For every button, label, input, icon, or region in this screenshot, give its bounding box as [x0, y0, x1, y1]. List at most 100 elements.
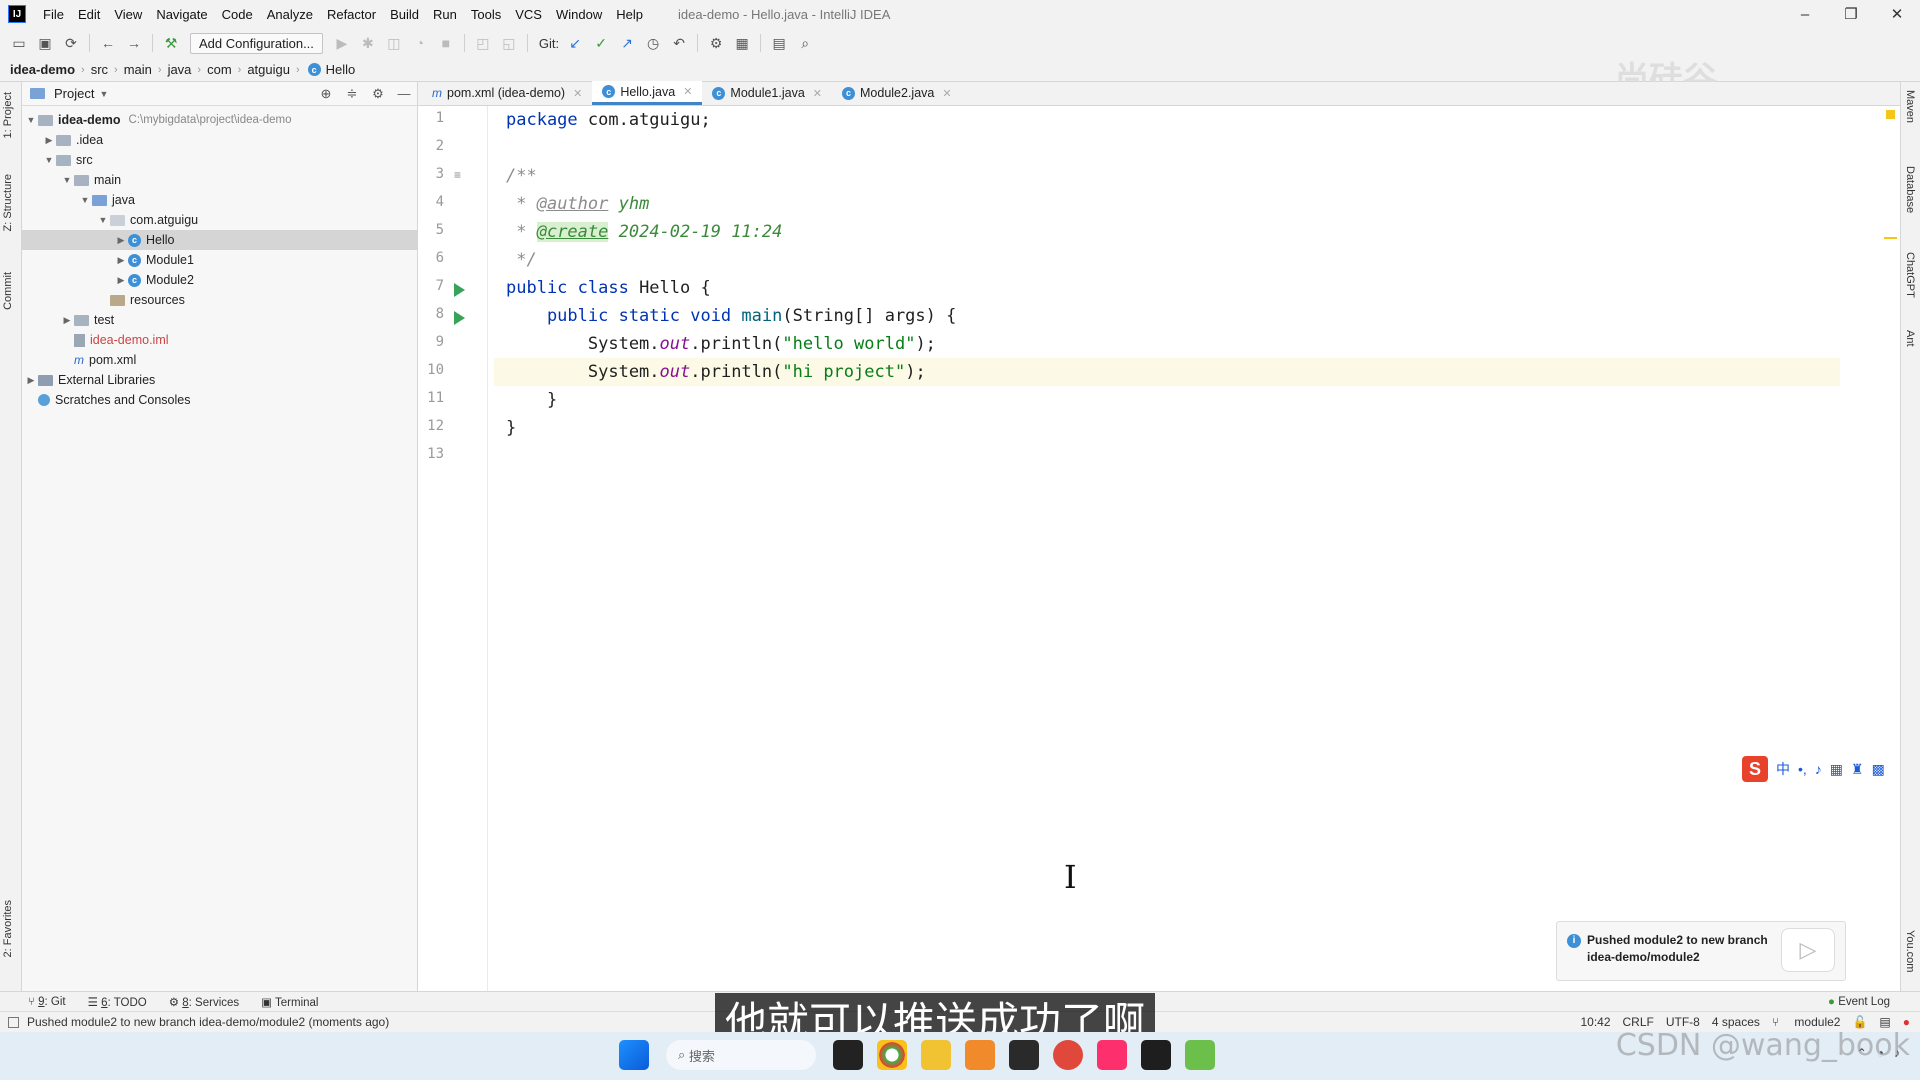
project-view-selector[interactable]: Project [54, 86, 94, 101]
restore-button[interactable]: ❐ [1828, 0, 1874, 28]
run-icon[interactable]: ▶ [331, 32, 353, 54]
menu-tools[interactable]: Tools [464, 7, 508, 22]
toggle-tool-windows-icon[interactable] [8, 1016, 19, 1028]
menu-view[interactable]: View [107, 7, 149, 22]
close-icon[interactable]: ✕ [573, 87, 582, 100]
tree-item-resources[interactable]: resources [22, 290, 417, 310]
caret-position[interactable]: 10:42 [1580, 1015, 1610, 1029]
attach-icon[interactable]: ◰ [472, 32, 494, 54]
chevron-right-icon[interactable]: ▶ [114, 275, 128, 286]
chevron-right-icon[interactable]: ▶ [114, 235, 128, 246]
tab-module1-java[interactable]: c Module1.java ✕ [702, 81, 832, 105]
tree-item-main[interactable]: ▼ main [22, 170, 417, 190]
open-folder-icon[interactable]: ▭ [8, 32, 30, 54]
build-project-icon[interactable]: ◱ [498, 32, 520, 54]
breadcrumb-src[interactable]: src [91, 62, 108, 77]
tree-item-src[interactable]: ▼ src [22, 150, 417, 170]
menu-run[interactable]: Run [426, 7, 464, 22]
windows-start-icon[interactable] [619, 1040, 649, 1070]
coverage-icon[interactable]: ◫ [383, 32, 405, 54]
chevron-down-icon[interactable]: ▼ [96, 215, 110, 225]
line-separator[interactable]: CRLF [1623, 1015, 1654, 1029]
chrome-icon[interactable] [877, 1040, 907, 1070]
tab-hello-java[interactable]: c Hello.java ✕ [592, 81, 703, 105]
input-method-toolbar[interactable]: S 中 •, ♪ ▦ ♜ ▩ [1742, 756, 1885, 782]
rollback-icon[interactable]: ↶ [668, 32, 690, 54]
play-icon[interactable]: ▷ [1781, 928, 1835, 972]
tree-item-external-libraries[interactable]: ▶ External Libraries [22, 370, 417, 390]
close-icon[interactable]: ✕ [683, 85, 692, 98]
tab-module2-java[interactable]: c Module2.java ✕ [832, 81, 962, 105]
menu-build[interactable]: Build [383, 7, 426, 22]
gear-icon[interactable]: ⚙ [365, 86, 391, 102]
git-branch-widget[interactable]: ⑂ module2 [1772, 1015, 1841, 1029]
chevron-down-icon[interactable]: ▼ [24, 115, 38, 125]
back-arrow-icon[interactable]: ← [97, 32, 119, 54]
menu-refactor[interactable]: Refactor [320, 7, 383, 22]
code-area[interactable]: package com.atguigu; /** * @author yhm *… [494, 106, 1840, 991]
inspection-warning-marker[interactable] [1886, 110, 1895, 119]
stop-icon[interactable]: ■ [435, 32, 457, 54]
run-main-icon[interactable] [454, 311, 465, 325]
tool-tab-ant[interactable]: Ant [1904, 330, 1916, 347]
tree-item-hello[interactable]: ▶ c Hello [22, 230, 417, 250]
taskbar-search[interactable]: ⌕ 搜索 [666, 1040, 816, 1070]
terminal-taskbar-icon[interactable] [1141, 1040, 1171, 1070]
breadcrumb-main[interactable]: main [124, 62, 152, 77]
minimize-button[interactable]: – [1782, 0, 1828, 28]
sync-icon[interactable]: ⟳ [60, 32, 82, 54]
menu-code[interactable]: Code [215, 7, 260, 22]
tool-tab-favorites[interactable]: 2: Favorites [2, 900, 14, 957]
chevron-down-icon[interactable]: ▼ [42, 155, 56, 165]
close-icon[interactable]: ✕ [942, 87, 951, 100]
tool-tab-chatgpt[interactable]: ChatGPT [1904, 252, 1916, 298]
presentation-icon[interactable]: ▤ [768, 32, 790, 54]
tool-tab-commit[interactable]: Commit [2, 272, 14, 310]
skin-icon[interactable]: ♜ [1851, 761, 1864, 778]
git-update-icon[interactable]: ↙ [564, 32, 586, 54]
punctuation-icon[interactable]: •, [1798, 761, 1807, 777]
tree-item-test[interactable]: ▶ test [22, 310, 417, 330]
breadcrumb-project[interactable]: idea-demo [10, 62, 75, 77]
tree-item-package[interactable]: ▼ com.atguigu [22, 210, 417, 230]
doc-render-icon[interactable]: ≡ [454, 168, 461, 182]
tool-tab-database[interactable]: Database [1904, 166, 1916, 213]
scrollbar-marker[interactable] [1884, 237, 1897, 239]
memory-icon[interactable]: ▤ [1879, 1015, 1890, 1029]
tree-item-idea-demo[interactable]: ▼ idea-demo C:\mybigdata\project\idea-de… [22, 110, 417, 130]
search-icon[interactable]: ⌕ [794, 32, 816, 54]
chevron-right-icon[interactable]: ▶ [24, 375, 38, 386]
editor-gutter[interactable]: 1 2 3 4 5 6 7 8 9 10 11 12 13 ≡ [418, 106, 488, 991]
app-icon[interactable] [1053, 1040, 1083, 1070]
menu-window[interactable]: Window [549, 7, 609, 22]
menu-navigate[interactable]: Navigate [149, 7, 214, 22]
indent-setting[interactable]: 4 spaces [1712, 1015, 1760, 1029]
hide-icon[interactable]: — [391, 86, 417, 102]
add-configuration-button[interactable]: Add Configuration... [190, 32, 323, 54]
close-icon[interactable]: ✕ [813, 87, 822, 100]
tool-window-terminal[interactable]: ▣ Terminal [261, 995, 318, 1009]
settings-wrench-icon[interactable]: ⚙ [705, 32, 727, 54]
git-push-icon[interactable]: ↗ [616, 32, 638, 54]
collapse-all-icon[interactable]: ≑ [339, 86, 365, 102]
tree-item-module1[interactable]: ▶ c Module1 [22, 250, 417, 270]
microphone-icon[interactable]: ♪ [1815, 761, 1822, 777]
tool-window-git[interactable]: ⑂ 9: Git [28, 996, 66, 1008]
file-explorer-icon[interactable] [921, 1040, 951, 1070]
close-button[interactable]: ✕ [1874, 0, 1920, 28]
chevron-down-icon[interactable]: ▼ [60, 175, 74, 185]
keyboard-icon[interactable]: ▦ [1830, 761, 1843, 778]
tree-item-idea-folder[interactable]: ▶ .idea [22, 130, 417, 150]
app-icon[interactable] [965, 1040, 995, 1070]
lock-icon[interactable]: 🔓 [1852, 1015, 1867, 1029]
run-class-icon[interactable] [454, 283, 465, 297]
tree-item-iml[interactable]: idea-demo.iml [22, 330, 417, 350]
chevron-down-icon[interactable]: ▼ [78, 195, 92, 205]
save-all-icon[interactable]: ▣ [34, 32, 56, 54]
locate-icon[interactable]: ⊕ [313, 86, 339, 102]
tool-window-services[interactable]: ⚙ 8: Services [169, 995, 239, 1009]
tree-item-scratches[interactable]: Scratches and Consoles [22, 390, 417, 410]
file-encoding[interactable]: UTF-8 [1666, 1015, 1700, 1029]
tree-item-module2[interactable]: ▶ c Module2 [22, 270, 417, 290]
task-view-icon[interactable] [833, 1040, 863, 1070]
